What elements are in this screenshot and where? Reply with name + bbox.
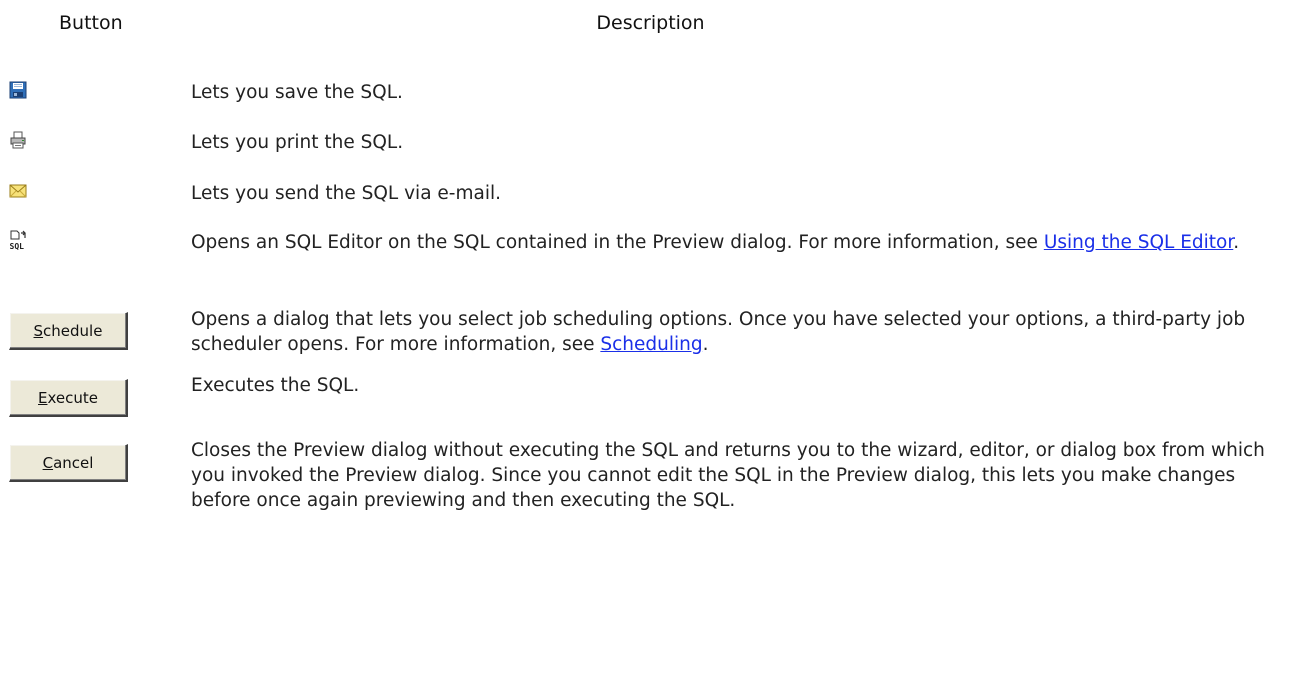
description-column-header: Description: [596, 12, 705, 34]
execute-button[interactable]: Execute: [9, 379, 128, 417]
scheduling-link[interactable]: Scheduling: [600, 334, 702, 355]
cancel-button-mnemonic: C: [42, 453, 54, 472]
cancel-button[interactable]: Cancel: [9, 444, 128, 482]
using-the-sql-editor-link[interactable]: Using the SQL Editor: [1044, 232, 1233, 253]
row-description: Lets you print the SQL.: [191, 132, 404, 153]
schedule-button-mnemonic: S: [33, 321, 44, 340]
schedule-button-label: chedule: [43, 321, 103, 340]
row-description: Closes the Preview dialog without execut…: [191, 440, 1265, 511]
schedule-button[interactable]: Schedule: [9, 312, 128, 350]
sql-editor-icon: SQL: [9, 230, 29, 250]
description-text: Opens a dialog that lets you select job …: [191, 309, 1246, 355]
description-text-end: .: [702, 334, 709, 355]
execute-button-mnemonic: E: [38, 388, 48, 407]
svg-text:SQL: SQL: [10, 242, 25, 250]
row-description: Lets you save the SQL.: [191, 82, 403, 103]
row-description: Opens an SQL Editor on the SQL contained…: [191, 230, 1281, 255]
print-icon: [9, 131, 27, 149]
save-icon: [9, 81, 27, 99]
description-text: Opens an SQL Editor on the SQL contained…: [191, 232, 1044, 253]
cancel-button-label: ancel: [53, 453, 94, 472]
row-description: Executes the SQL.: [191, 375, 360, 396]
row-description: Lets you send the SQL via e-mail.: [191, 183, 501, 204]
execute-button-label: xecute: [47, 388, 98, 407]
description-text-end: .: [1233, 232, 1240, 253]
row-description: Opens a dialog that lets you select job …: [191, 307, 1281, 357]
email-icon: [9, 182, 27, 200]
